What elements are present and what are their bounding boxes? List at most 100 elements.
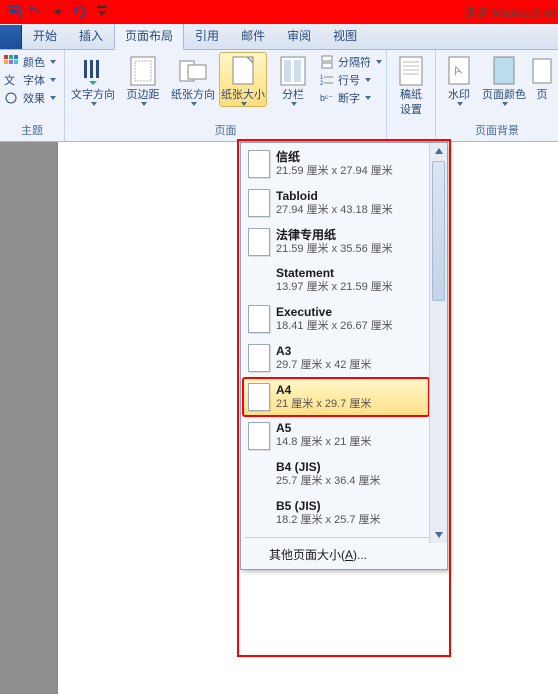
redo-icon[interactable] (70, 2, 90, 22)
orientation-button[interactable]: 纸张方向 (169, 52, 217, 107)
svg-text:bᶜ⁻: bᶜ⁻ (320, 93, 333, 103)
paper-size-option[interactable]: A514.8 厘米 x 21 厘米 (243, 416, 429, 455)
tab-review[interactable]: 审阅 (276, 22, 322, 49)
page-color-label: 页面颜色 (482, 87, 526, 102)
group-themes: 颜色 文 字体 效果 主题 (0, 50, 65, 141)
page-borders-icon (526, 55, 558, 87)
page-icon (248, 422, 270, 450)
theme-colors-label: 颜色 (23, 54, 45, 70)
text-direction-icon (77, 55, 109, 87)
paper-size-label: 纸张大小 (221, 87, 265, 102)
paper-size-option[interactable]: A421 厘米 x 29.7 厘米 (243, 378, 429, 417)
paper-size-option[interactable]: Executive18.41 厘米 x 26.67 厘米 (243, 300, 429, 339)
theme-effects-button[interactable]: 效果 (4, 90, 56, 106)
paper-settings-label2: 设置 (400, 102, 422, 117)
paper-size-option[interactable]: 信纸21.59 厘米 x 27.94 厘米 (243, 145, 429, 184)
qat-history-icon[interactable] (4, 2, 24, 22)
paper-size-option[interactable]: Statement13.97 厘米 x 21.59 厘米 (243, 261, 429, 300)
more-post: )... (353, 548, 367, 562)
tab-mailings[interactable]: 邮件 (230, 22, 276, 49)
tab-home[interactable]: 开始 (22, 22, 68, 49)
tab-view[interactable]: 视图 (322, 22, 368, 49)
more-pre: 其他页面大小( (269, 548, 345, 562)
orientation-icon (177, 55, 209, 87)
fonts-icon: 文 (4, 72, 20, 88)
text-direction-button[interactable]: 文字方向 (69, 52, 117, 107)
page-icon (248, 228, 270, 256)
effects-icon (4, 90, 20, 106)
more-key: A (345, 548, 353, 562)
tab-page-layout[interactable]: 页面布局 (114, 22, 184, 50)
paper-size-name: B4 (JIS) (276, 460, 381, 475)
paper-size-dim: 21.59 厘米 x 35.56 厘米 (276, 243, 393, 257)
columns-icon (277, 55, 309, 87)
watermark-button[interactable]: A 水印 (440, 52, 478, 107)
colors-icon (4, 54, 20, 70)
ribbon-tabs: 开始 插入 页面布局 引用 邮件 审阅 视图 (0, 24, 558, 50)
paper-size-dim: 18.2 厘米 x 25.7 厘米 (276, 514, 381, 528)
page-borders-button[interactable]: 页 (530, 52, 554, 103)
paper-size-dim: 14.8 厘米 x 21 厘米 (276, 436, 371, 450)
paper-size-option[interactable]: Tabloid27.94 厘米 x 43.18 厘米 (243, 184, 429, 223)
margins-button[interactable]: 页边距 (119, 52, 167, 107)
breaks-label: 分隔符 (338, 54, 371, 70)
paper-size-option[interactable]: A329.7 厘米 x 42 厘米 (243, 339, 429, 378)
scroll-up-icon[interactable] (430, 143, 447, 159)
hyphenation-button[interactable]: bᶜ⁻ 断字 (319, 90, 382, 106)
group-page-setup: 文字方向 页边距 纸张方向 纸张大小 (65, 50, 387, 141)
margins-label: 页边距 (127, 87, 160, 102)
orientation-label: 纸张方向 (171, 87, 215, 102)
line-numbers-button[interactable]: 12 行号 (319, 72, 382, 88)
text-direction-label: 文字方向 (71, 87, 115, 102)
quick-access-toolbar (0, 2, 112, 22)
ribbon: 颜色 文 字体 效果 主题 (0, 50, 558, 142)
page-color-icon (488, 55, 520, 87)
file-tab[interactable] (0, 25, 22, 49)
theme-fonts-label: 字体 (23, 72, 45, 88)
hyphenation-icon: bᶜ⁻ (319, 90, 335, 106)
svg-text:2: 2 (320, 81, 324, 87)
page-icon (248, 150, 270, 178)
paper-size-dropdown: 信纸21.59 厘米 x 27.94 厘米Tabloid27.94 厘米 x 4… (240, 142, 448, 570)
undo-more-icon[interactable] (48, 2, 68, 22)
paper-size-option[interactable]: 法律专用纸21.59 厘米 x 35.56 厘米 (243, 223, 429, 262)
dropdown-scrollbar[interactable] (429, 143, 447, 543)
paper-size-name: Executive (276, 305, 393, 320)
paper-size-option[interactable]: B4 (JIS)25.7 厘米 x 36.4 厘米 (243, 455, 429, 494)
tab-references[interactable]: 引用 (184, 22, 230, 49)
paper-size-dim: 29.7 厘米 x 42 厘米 (276, 359, 371, 373)
margins-icon (127, 55, 159, 87)
page-icon (248, 344, 270, 372)
svg-text:文: 文 (4, 73, 15, 87)
undo-icon[interactable] (26, 2, 46, 22)
paper-size-dim: 18.41 厘米 x 26.67 厘米 (276, 320, 393, 334)
hyphenation-label: 断字 (338, 90, 360, 106)
paper-size-button[interactable]: 纸张大小 (219, 52, 267, 107)
paper-size-dim: 27.94 厘米 x 43.18 厘米 (276, 204, 393, 218)
qat-customize-icon[interactable] (92, 2, 112, 22)
page-color-button[interactable]: 页面颜色 (480, 52, 528, 107)
separator (245, 537, 443, 538)
paper-settings-icon (395, 55, 427, 87)
group-themes-label: 主题 (4, 120, 60, 141)
breaks-icon (319, 54, 335, 70)
more-paper-sizes-item[interactable]: 其他页面大小(A)... (241, 540, 447, 569)
theme-colors-button[interactable]: 颜色 (4, 54, 56, 70)
group-paper: 稿纸 设置 (387, 50, 436, 141)
paper-size-option[interactable]: B5 (JIS)18.2 厘米 x 25.7 厘米 (243, 494, 429, 533)
paper-size-name: A5 (276, 421, 371, 436)
theme-fonts-button[interactable]: 文 字体 (4, 72, 56, 88)
breaks-button[interactable]: 分隔符 (319, 54, 382, 70)
scroll-down-icon[interactable] (430, 527, 447, 543)
paper-size-name: A3 (276, 344, 371, 359)
group-paper-label (391, 124, 431, 141)
page-borders-label: 页 (537, 87, 548, 102)
watermark-icon: A (443, 55, 475, 87)
paper-settings-button[interactable]: 稿纸 设置 (391, 52, 431, 118)
scroll-thumb[interactable] (432, 161, 445, 301)
group-page-setup-label: 页面 (69, 120, 382, 141)
paper-size-name: B5 (JIS) (276, 499, 381, 514)
paper-size-icon (227, 55, 259, 87)
tab-insert[interactable]: 插入 (68, 22, 114, 49)
columns-button[interactable]: 分栏 (269, 52, 317, 107)
